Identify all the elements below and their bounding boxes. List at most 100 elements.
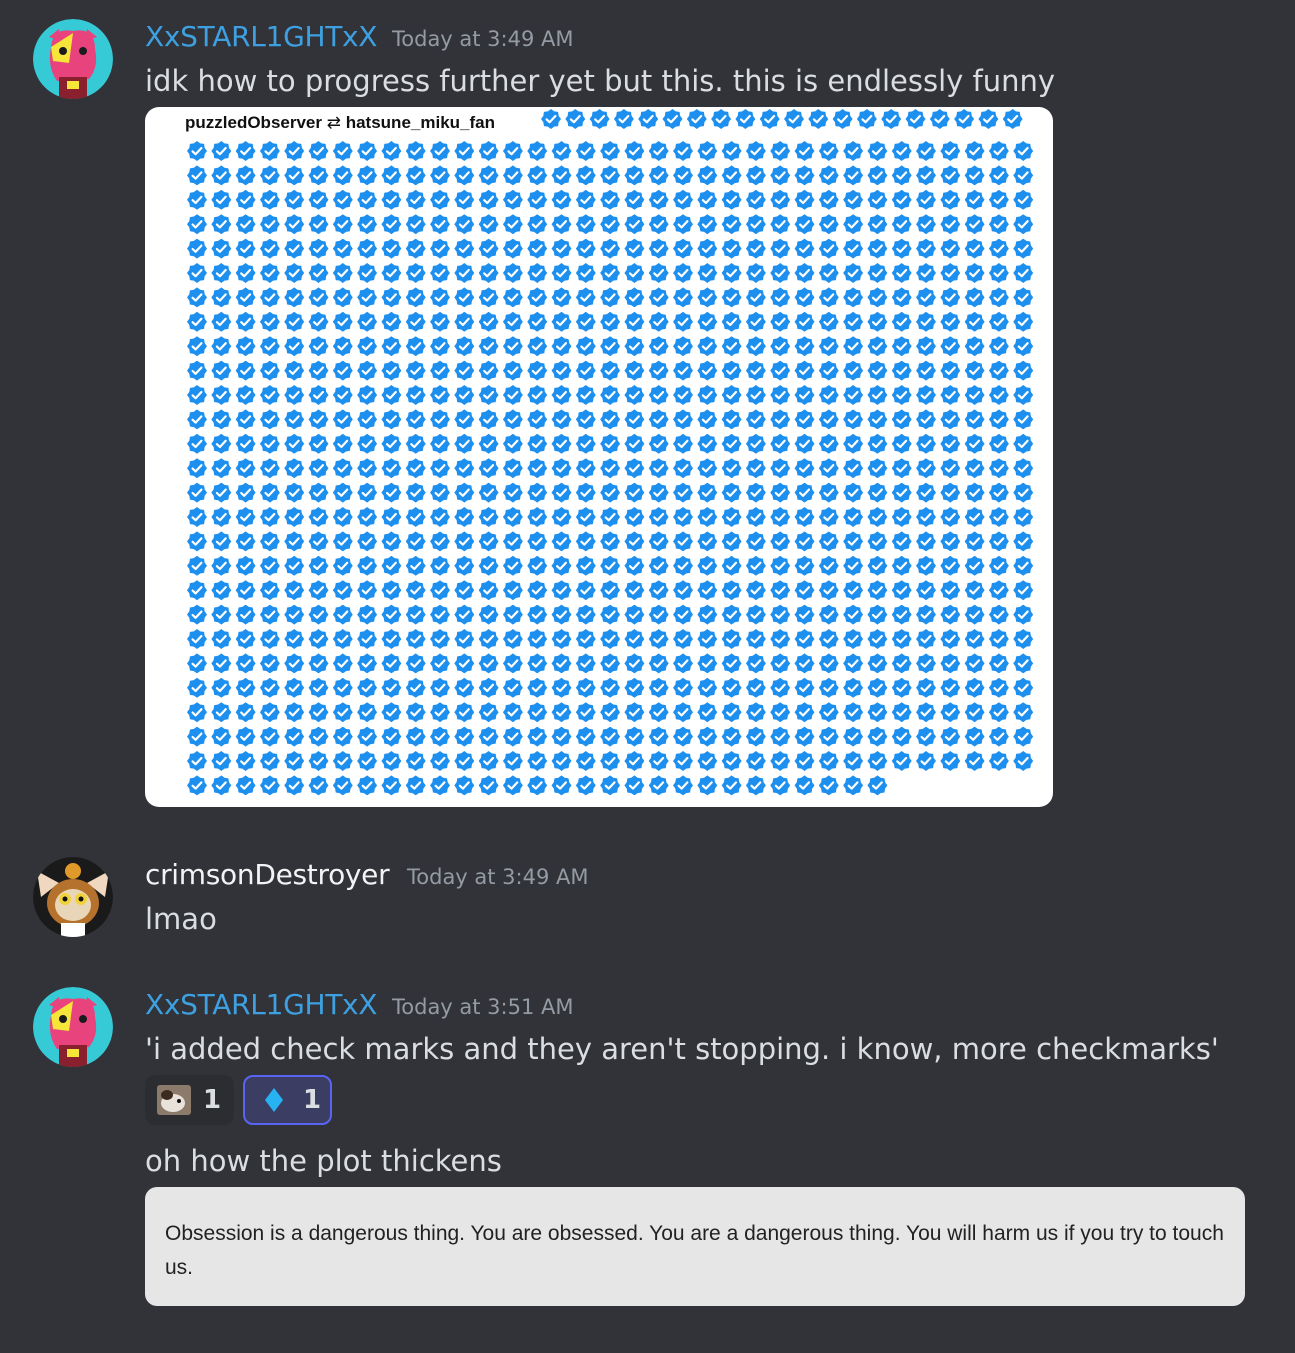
verified-check-icon (697, 263, 718, 283)
user-avatar[interactable] (33, 987, 113, 1067)
verified-check-icon (405, 189, 426, 210)
verified-check-icon (284, 360, 305, 381)
verified-check-icon (818, 482, 839, 503)
verified-check-icon (187, 385, 207, 405)
verified-check-icon (478, 702, 499, 723)
verified-check-icon (235, 287, 256, 308)
verified-check-icon (648, 433, 669, 454)
verified-check-icon (589, 109, 610, 129)
verified-check-icon (745, 433, 766, 454)
verified-check-icon (575, 458, 596, 479)
verified-check-icon (211, 189, 232, 210)
verified-check-icon (527, 775, 548, 796)
verified-check-icon (940, 263, 961, 283)
verified-check-icon (527, 385, 548, 405)
image-attachment[interactable]: puzzledObserver ⇄ hatsune_miku_fan (145, 107, 1053, 807)
verified-check-icon (624, 604, 645, 625)
verified-check-icon (357, 580, 378, 601)
verified-check-icon (187, 238, 207, 259)
verified-check-icon (454, 189, 475, 210)
verified-check-icon (673, 677, 693, 698)
verified-check-icon (843, 604, 864, 625)
dog-photo-emoji-icon (157, 1085, 191, 1115)
verified-check-icon (794, 726, 815, 747)
verified-check-icon (770, 507, 791, 527)
verified-check-icon (721, 702, 742, 723)
verified-check-icon (648, 385, 669, 405)
verified-check-icon (600, 555, 621, 576)
verified-check-icon (502, 702, 523, 723)
verified-check-icon (527, 360, 548, 381)
verified-check-icon (770, 165, 791, 186)
verified-check-icon (954, 109, 975, 129)
verified-check-icon (235, 702, 256, 723)
reaction-dog[interactable]: 1 (145, 1075, 234, 1125)
verified-check-icon (843, 360, 864, 381)
verified-check-icon (745, 409, 766, 430)
verified-check-icon (235, 263, 256, 283)
verified-check-icon (527, 604, 548, 625)
verified-check-icon (478, 409, 499, 430)
verified-check-icon (916, 360, 936, 381)
verified-check-icon (940, 702, 961, 723)
reaction-blue-diamond[interactable]: 1 (243, 1075, 332, 1125)
username[interactable]: crimsonDestroyer (145, 858, 390, 891)
verified-check-icon (624, 580, 645, 601)
verified-check-icon (881, 109, 902, 129)
verified-check-icon (454, 775, 475, 796)
verified-check-icon (697, 189, 718, 210)
message-timestamp[interactable]: Today at 3:49 AM (392, 27, 574, 51)
verified-check-icon (770, 555, 791, 576)
verified-check-icon (867, 214, 888, 235)
verified-check-icon (867, 433, 888, 454)
verified-check-icon (624, 141, 645, 161)
verified-check-icon (454, 580, 475, 601)
verified-check-icon (964, 141, 985, 161)
verified-check-icon (575, 238, 596, 259)
verified-check-icon (940, 604, 961, 625)
verified-check-icon (381, 775, 402, 796)
verified-check-icon (381, 433, 402, 454)
verified-check-icon (430, 165, 450, 186)
verified-check-icon (235, 653, 256, 674)
verified-check-icon (454, 702, 475, 723)
verified-check-icon (721, 775, 742, 796)
verified-check-icon (308, 604, 329, 625)
verified-check-icon (381, 751, 402, 771)
verified-check-icon (187, 287, 207, 308)
verified-check-icon (600, 677, 621, 698)
verified-check-icon (502, 677, 523, 698)
message-timestamp[interactable]: Today at 3:49 AM (407, 865, 589, 889)
verified-check-icon (527, 214, 548, 235)
verified-check-icon (843, 385, 864, 405)
verified-check-icon (818, 555, 839, 576)
verified-check-icon (843, 287, 864, 308)
verified-check-icon (259, 677, 280, 698)
verified-check-icon (187, 751, 207, 771)
verified-check-icon (308, 409, 329, 430)
verified-check-icon (527, 653, 548, 674)
verified-check-icon (454, 360, 475, 381)
verified-check-icon (673, 726, 693, 747)
verified-check-icon (673, 287, 693, 308)
user-avatar[interactable] (33, 19, 113, 99)
verified-check-icon (308, 165, 329, 186)
verified-check-icon (235, 458, 256, 479)
verified-check-icon (430, 409, 450, 430)
user-avatar[interactable] (33, 857, 113, 937)
username[interactable]: XxSTARL1GHTxX (145, 988, 377, 1021)
verified-check-icon (964, 409, 985, 430)
verified-check-icon (332, 141, 353, 161)
verified-check-icon (259, 165, 280, 186)
verified-check-icon (259, 580, 280, 601)
verified-check-icon (964, 311, 985, 332)
verified-check-icon (357, 433, 378, 454)
verified-check-icon (381, 238, 402, 259)
verified-check-icon (794, 507, 815, 527)
verified-check-icon (916, 141, 936, 161)
message-timestamp[interactable]: Today at 3:51 AM (392, 995, 574, 1019)
verified-check-icon (686, 109, 707, 129)
verified-check-icon (332, 385, 353, 405)
verified-check-icon (964, 287, 985, 308)
username[interactable]: XxSTARL1GHTxX (145, 20, 377, 53)
